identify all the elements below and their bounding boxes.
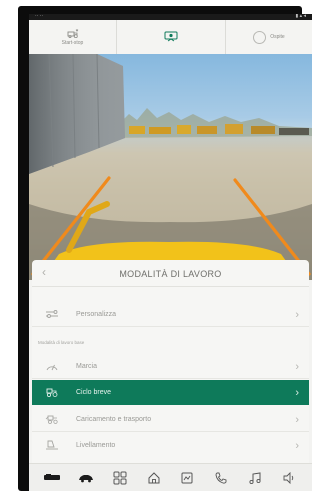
nav-apps[interactable] [109, 467, 131, 489]
nav-music[interactable] [244, 467, 266, 489]
nav-phone[interactable] [210, 467, 232, 489]
screen: ·· ·· ▮ ▴ ◂ Start-stop Ospite ‹ MODALITÀ… [29, 14, 312, 491]
camera-scene [29, 54, 312, 280]
nav-vehicle[interactable] [75, 467, 97, 489]
row-divider [32, 378, 309, 379]
speaker-icon [283, 471, 294, 484]
chevron-right-icon: › [295, 308, 299, 321]
music-icon [249, 471, 261, 484]
gauge-icon [46, 364, 58, 371]
rear-camera-icon [164, 31, 178, 42]
mode-item-label: Caricamento e trasporto [76, 416, 152, 423]
rear-camera-feed [29, 54, 312, 280]
home-icon [148, 471, 160, 483]
grid-icon [113, 471, 127, 484]
sliders-icon [46, 310, 58, 318]
start-stop-icon [67, 28, 78, 38]
profile-label: Ospite [270, 34, 285, 40]
chevron-right-icon: › [295, 360, 299, 373]
row-divider [32, 431, 309, 432]
tractor-icon [46, 388, 58, 398]
nav-volume[interactable] [278, 467, 300, 489]
nav-home[interactable] [143, 467, 165, 489]
tractor-side-icon [43, 473, 60, 480]
subheader-label: Modalità di lavoro base [38, 340, 85, 345]
status-icons: ▮ ▴ ◂ [295, 14, 306, 19]
leveling-icon [46, 440, 58, 450]
chevron-right-icon: › [295, 439, 299, 452]
row-divider [32, 326, 309, 327]
top-bar: Start-stop Ospite [29, 20, 312, 54]
mode-item-marcia[interactable]: Marcia › [32, 354, 309, 379]
loader-transport-icon [45, 415, 58, 424]
mode-item-livellamento[interactable]: Livellamento › [32, 433, 309, 458]
bottom-nav [29, 463, 312, 491]
work-mode-sheet: ‹ MODALITÀ DI LAVORO Personalizza › Moda… [32, 260, 309, 463]
profile-avatar-icon [253, 30, 267, 44]
mode-item-label: Personalizza [76, 311, 117, 318]
machine-icon [181, 472, 193, 483]
mode-item-caricamento[interactable]: Caricamento e trasporto › [32, 407, 309, 432]
mode-item-label: Marcia [76, 363, 98, 370]
sheet-title: MODALITÀ DI LAVORO [119, 269, 222, 279]
mode-item-personalizza[interactable]: Personalizza › [32, 302, 309, 327]
status-time: ·· ·· [35, 14, 44, 19]
mode-item-label: Livellamento [76, 442, 116, 449]
mode-item-ciclo-breve[interactable]: Ciclo breve › [32, 380, 309, 405]
start-stop-label: Start-stop [61, 39, 84, 46]
nav-machine[interactable] [176, 467, 198, 489]
nav-tractor[interactable] [41, 467, 63, 489]
start-stop-button[interactable]: Start-stop [29, 20, 117, 54]
camera-view-button[interactable] [117, 20, 225, 54]
phone-icon [215, 472, 227, 484]
car-icon [78, 474, 93, 482]
sheet-divider [32, 286, 309, 287]
profile-button[interactable]: Ospite [225, 20, 312, 54]
chevron-right-icon: › [295, 413, 299, 426]
mode-item-label: Ciclo breve [76, 389, 112, 396]
chevron-right-icon: › [295, 386, 299, 399]
